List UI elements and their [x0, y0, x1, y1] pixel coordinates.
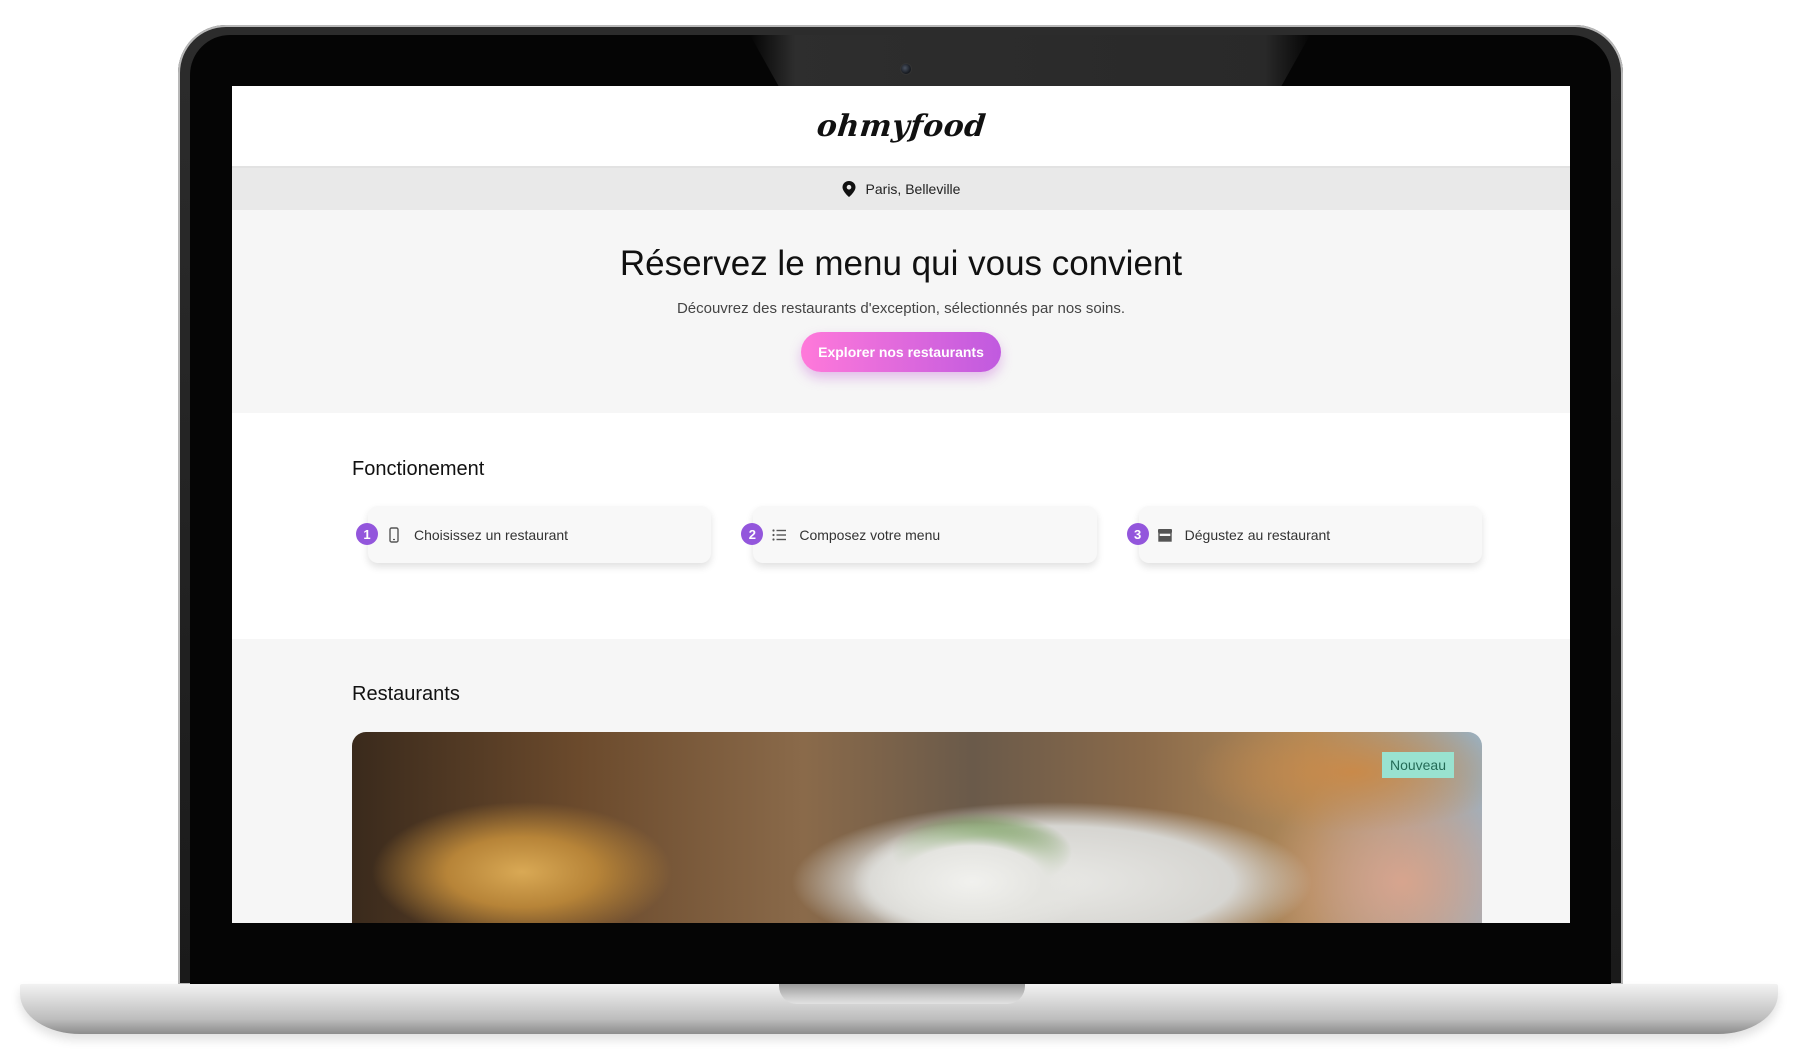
site-header: ohmyfood [232, 86, 1570, 168]
map-pin-icon [842, 181, 856, 197]
hero-section: Réservez le menu qui vous convient Décou… [232, 210, 1570, 413]
site-logo[interactable]: ohmyfood [815, 109, 988, 144]
explore-restaurants-button[interactable]: Explorer nos restaurants [801, 332, 1001, 372]
laptop-hinge-notch [779, 984, 1025, 1004]
step-label: Composez votre menu [799, 526, 941, 543]
how-it-works-section: Fonctionement 1 Choisissez un restaurant… [232, 413, 1570, 639]
how-it-works-title: Fonctionement [352, 458, 485, 480]
step-number-badge: 2 [741, 523, 764, 545]
store-icon [1157, 527, 1173, 543]
browser-viewport: ohmyfood Paris, Belleville Réservez le m… [232, 86, 1570, 923]
phone-icon [386, 526, 402, 543]
list-icon [771, 527, 787, 543]
new-badge: Nouveau [1381, 752, 1454, 778]
hero-subtitle: Découvrez des restaurants d'exception, s… [676, 300, 1126, 317]
laptop-base [20, 984, 1778, 1034]
location-bar: Paris, Belleville [232, 168, 1570, 210]
step-card: 1 Choisissez un restaurant [356, 506, 712, 563]
restaurants-title: Restaurants [352, 683, 460, 705]
step-card: 3 Dégustez au restaurant [1126, 506, 1482, 563]
step-card: 2 Composez votre menu [741, 506, 1097, 563]
restaurant-card-image[interactable]: Nouveau [352, 732, 1482, 923]
step-label: Choisissez un restaurant [414, 526, 569, 543]
webcam-icon [900, 63, 912, 75]
step-label: Dégustez au restaurant [1184, 526, 1331, 543]
steps-list: 1 Choisissez un restaurant 2 Composez vo… [352, 506, 1482, 563]
step-number-badge: 1 [356, 523, 378, 545]
location-label: Paris, Belleville [865, 181, 961, 197]
step-number-badge: 3 [1126, 523, 1149, 545]
hero-title: Réservez le menu qui vous convient [619, 244, 1183, 283]
restaurants-section: Restaurants Nouveau [232, 639, 1570, 923]
